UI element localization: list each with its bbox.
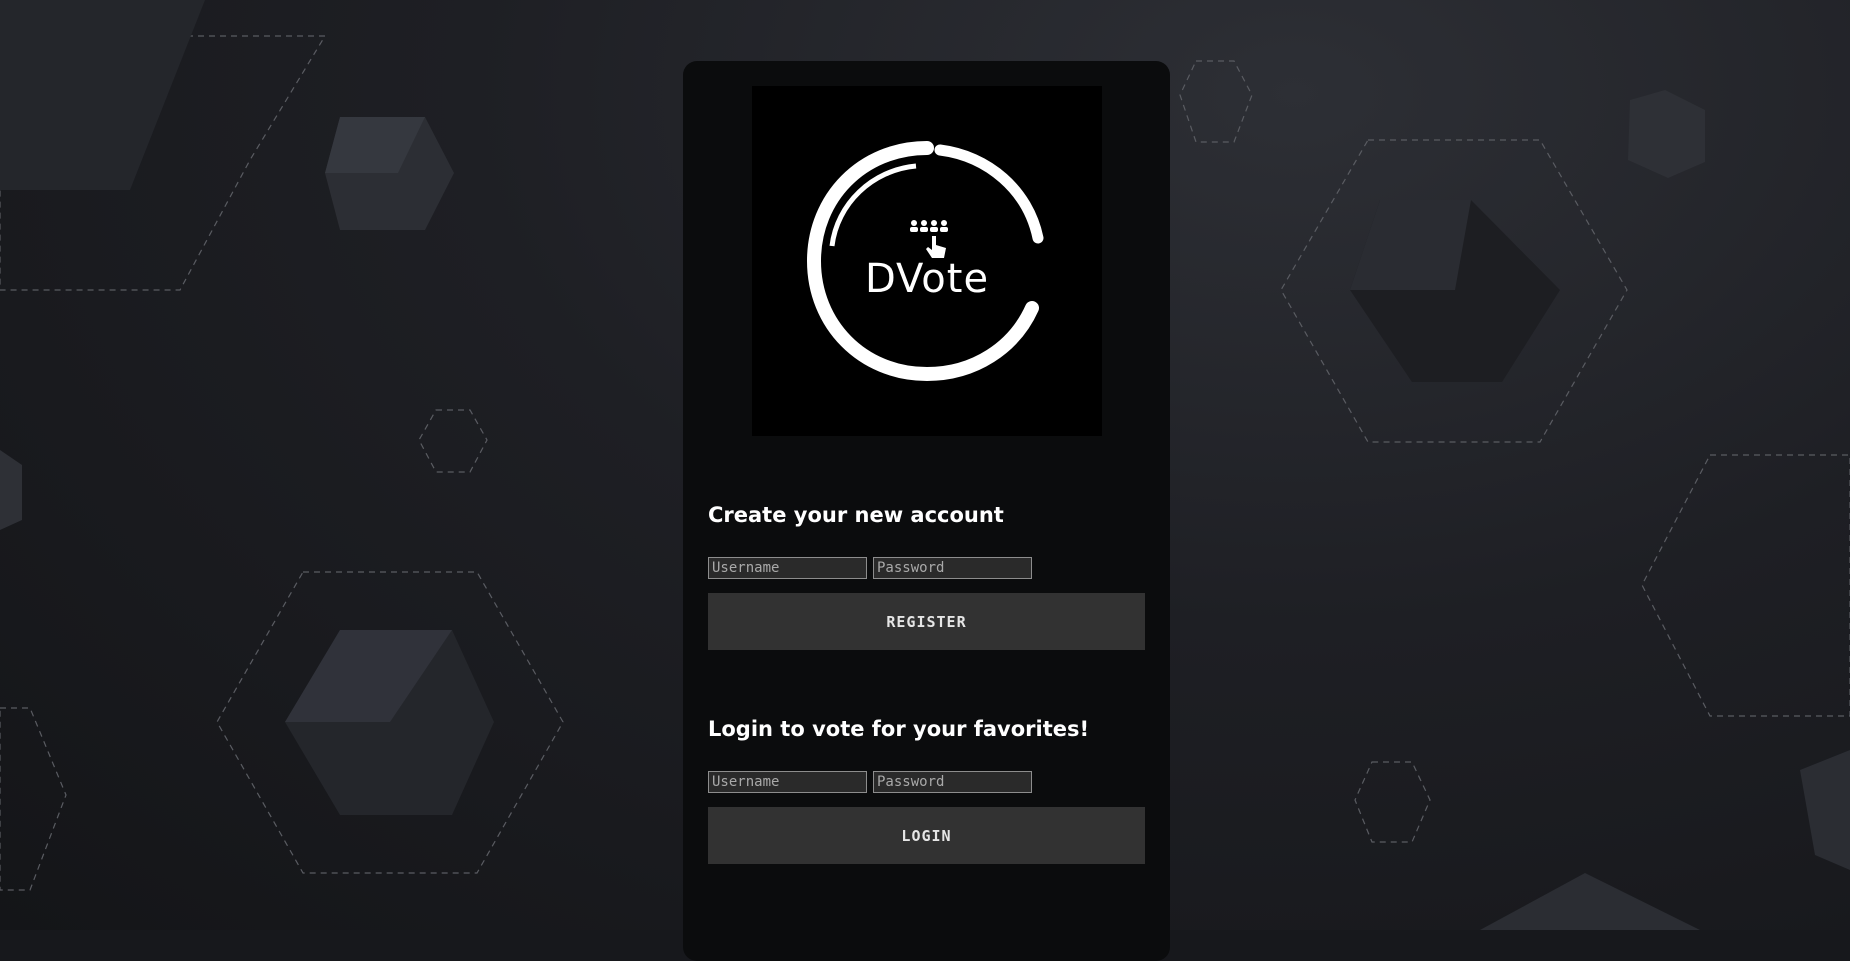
auth-card: DVote Create your new account REGISTER L… xyxy=(683,61,1170,961)
register-username-input[interactable] xyxy=(708,557,867,579)
register-password-input[interactable] xyxy=(873,557,1032,579)
login-password-input[interactable] xyxy=(873,771,1032,793)
login-title: Login to vote for your favorites! xyxy=(708,717,1090,741)
login-username-input[interactable] xyxy=(708,771,867,793)
logo-text: DVote xyxy=(864,256,990,302)
register-button[interactable]: REGISTER xyxy=(708,593,1145,650)
register-title: Create your new account xyxy=(708,503,1004,527)
dvote-logo: DVote xyxy=(752,86,1102,436)
login-button[interactable]: LOGIN xyxy=(708,807,1145,864)
